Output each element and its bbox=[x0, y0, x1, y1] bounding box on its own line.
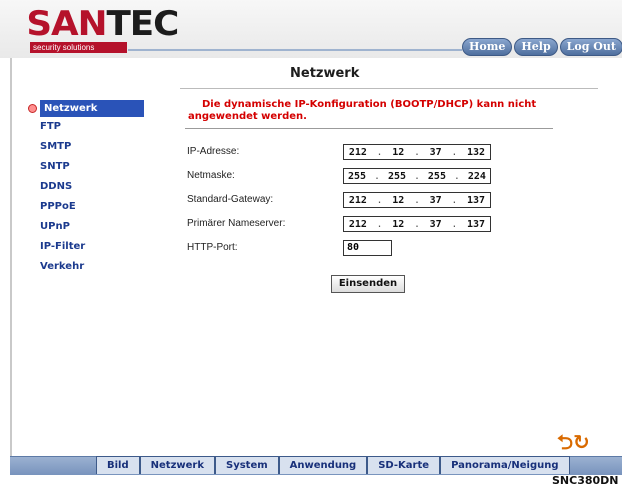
nameserver-field[interactable]: 212. 12. 37. 137 bbox=[343, 216, 491, 232]
gateway-octet-2[interactable]: 12 bbox=[392, 195, 404, 206]
separator: . bbox=[376, 146, 383, 158]
http-port-field[interactable]: 80 bbox=[343, 240, 392, 256]
santec-logo: SANTEC bbox=[26, 4, 179, 44]
tab-panorama-neigung[interactable]: Panorama/Neigung bbox=[440, 456, 570, 474]
sidebar-item-pppoe[interactable]: PPPoE bbox=[40, 197, 144, 217]
separator: . bbox=[413, 146, 420, 158]
gateway-octet-3[interactable]: 37 bbox=[430, 195, 442, 206]
gateway-label: Standard-Gateway: bbox=[187, 194, 274, 205]
separator: . bbox=[373, 170, 380, 182]
submit-button[interactable]: Einsenden bbox=[331, 275, 405, 293]
ip-octet-3[interactable]: 37 bbox=[430, 147, 442, 158]
separator: . bbox=[451, 194, 458, 206]
back-icon[interactable]: ⮌ bbox=[557, 430, 573, 454]
logout-button[interactable]: Log Out bbox=[559, 38, 622, 56]
help-button[interactable]: Help bbox=[514, 38, 558, 56]
tab-bild[interactable]: Bild bbox=[96, 456, 140, 474]
separator: . bbox=[413, 170, 420, 182]
sidebar-item-netzwerk[interactable]: Netzwerk bbox=[40, 100, 144, 117]
warning-divider bbox=[185, 128, 553, 129]
sidebar-item-upnp[interactable]: UPnP bbox=[40, 217, 144, 237]
netmask-field[interactable]: 255. 255. 255. 224 bbox=[343, 168, 491, 184]
ip-octet-1[interactable]: 212 bbox=[349, 147, 367, 158]
gateway-octet-1[interactable]: 212 bbox=[349, 195, 367, 206]
sidebar-item-verkehr[interactable]: Verkehr bbox=[40, 257, 144, 277]
separator: . bbox=[413, 218, 420, 230]
title-divider bbox=[180, 88, 598, 89]
sidebar-item-ftp[interactable]: FTP bbox=[40, 117, 144, 137]
ip-address-field[interactable]: 212. 12. 37. 132 bbox=[343, 144, 491, 160]
separator: . bbox=[451, 218, 458, 230]
dns-octet-4[interactable]: 137 bbox=[467, 219, 485, 230]
tab-anwendung[interactable]: Anwendung bbox=[278, 456, 368, 474]
separator: . bbox=[376, 194, 383, 206]
netmask-label: Netmaske: bbox=[187, 170, 235, 181]
logo-tagline: security solutions bbox=[30, 42, 127, 53]
ip-octet-4[interactable]: 132 bbox=[467, 147, 485, 158]
nameserver-label: Primärer Nameserver: bbox=[187, 218, 286, 229]
mask-octet-3[interactable]: 255 bbox=[428, 171, 446, 182]
mask-octet-1[interactable]: 255 bbox=[348, 171, 366, 182]
header-rule bbox=[128, 49, 462, 51]
dns-octet-1[interactable]: 212 bbox=[349, 219, 367, 230]
sidebar-item-smtp[interactable]: SMTP bbox=[40, 137, 144, 157]
sidebar: Netzwerk FTP SMTP SNTP DDNS PPPoE UPnP I… bbox=[24, 100, 144, 277]
sidebar-item-ip-filter[interactable]: IP-Filter bbox=[40, 237, 144, 257]
ip-address-label: IP-Adresse: bbox=[187, 146, 240, 157]
gateway-octet-4[interactable]: 137 bbox=[467, 195, 485, 206]
sidebar-item-ddns[interactable]: DDNS bbox=[40, 177, 144, 197]
separator: . bbox=[453, 170, 460, 182]
page-title: Netzwerk bbox=[290, 66, 360, 81]
tab-system[interactable]: System bbox=[215, 456, 279, 474]
separator: . bbox=[413, 194, 420, 206]
top-navigation: Home Help Log Out bbox=[460, 38, 622, 56]
http-port-label: HTTP-Port: bbox=[187, 242, 238, 253]
separator: . bbox=[376, 218, 383, 230]
tab-sd-karte[interactable]: SD-Karte bbox=[367, 456, 441, 474]
dns-octet-2[interactable]: 12 bbox=[392, 219, 404, 230]
sidebar-item-sntp[interactable]: SNTP bbox=[40, 157, 144, 177]
tab-netzwerk[interactable]: Netzwerk bbox=[139, 456, 215, 474]
warning-message: Die dynamische IP-Konfiguration (BOOTP/D… bbox=[188, 99, 537, 122]
mask-octet-4[interactable]: 224 bbox=[468, 171, 486, 182]
ip-octet-2[interactable]: 12 bbox=[392, 147, 404, 158]
refresh-icon[interactable]: ↻ bbox=[573, 430, 590, 454]
mask-octet-2[interactable]: 255 bbox=[388, 171, 406, 182]
model-label: SNC380DN bbox=[552, 474, 619, 487]
active-bullet-icon bbox=[28, 104, 37, 113]
home-button[interactable]: Home bbox=[462, 38, 513, 56]
dns-octet-3[interactable]: 37 bbox=[430, 219, 442, 230]
separator: . bbox=[451, 146, 458, 158]
bottom-tabs: Bild Netzwerk System Anwendung SD-Karte … bbox=[96, 456, 570, 474]
gateway-field[interactable]: 212. 12. 37. 137 bbox=[343, 192, 491, 208]
